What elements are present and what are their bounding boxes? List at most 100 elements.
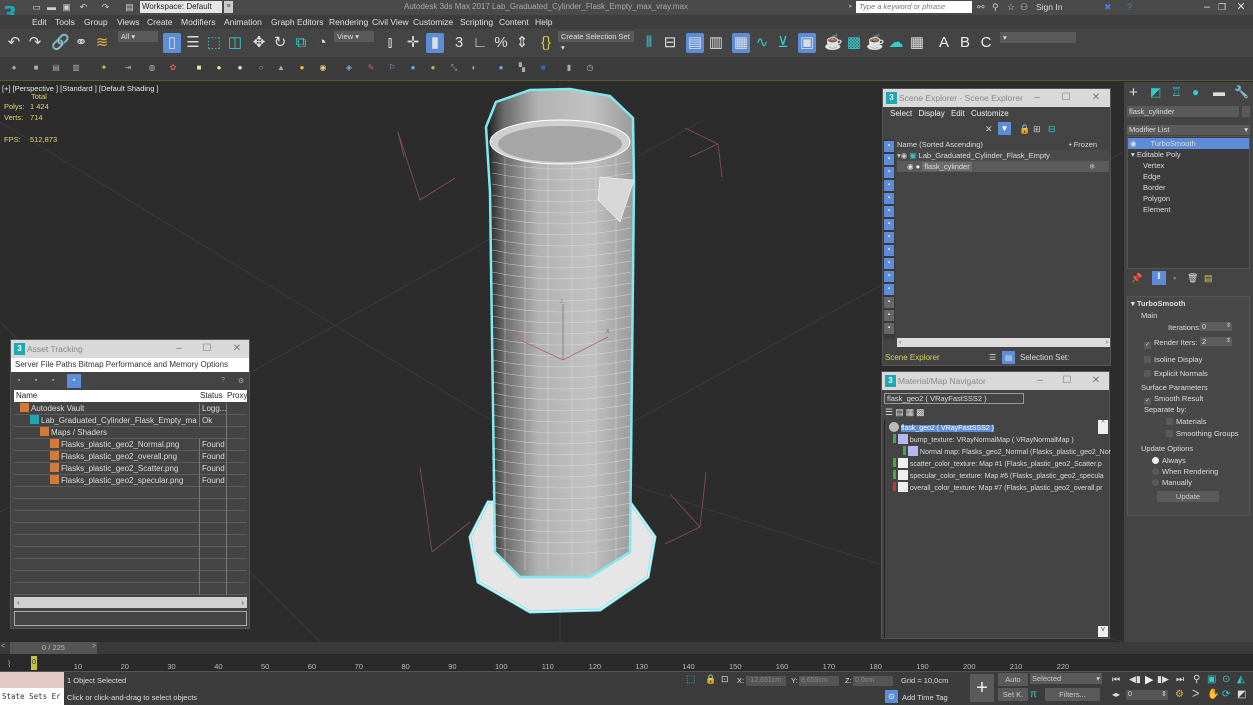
visibility-icon[interactable]: ◉ bbox=[897, 162, 914, 171]
col-name[interactable]: Name (Sorted Ascending) bbox=[897, 140, 983, 149]
hierarchy-tab-icon[interactable]: ♖ bbox=[1171, 85, 1182, 99]
keyboard-shortcut-override-icon[interactable]: ▮ bbox=[426, 33, 444, 53]
checkbox-checked[interactable]: ✓ bbox=[1144, 398, 1151, 405]
toolbar2-icon[interactable]: ● bbox=[428, 63, 438, 73]
filters-button[interactable]: Filters... bbox=[1045, 688, 1100, 701]
object-color-swatch[interactable] bbox=[1242, 106, 1250, 117]
view-mode-icons[interactable]: ☰▤▦▩ bbox=[885, 407, 927, 418]
exchange-apps-icon[interactable]: ✖ bbox=[1104, 1, 1112, 13]
zoom-extents-icon[interactable]: ⊙ bbox=[1222, 674, 1230, 685]
project-folder-icon[interactable]: ▤ bbox=[124, 2, 135, 13]
redo-icon[interactable]: ↷ bbox=[100, 2, 111, 13]
make-unique-icon[interactable]: ▪ bbox=[1173, 273, 1176, 283]
display-filter-icon[interactable]: ▪ bbox=[884, 141, 894, 152]
smoothing-groups-checkbox[interactable]: Smoothing Groups bbox=[1166, 429, 1239, 438]
spinner-snap-icon[interactable]: ⇕ bbox=[513, 33, 531, 53]
rendered-frame-window-icon[interactable]: ▩ bbox=[845, 33, 863, 53]
col-frozen[interactable]: • Frozen bbox=[1069, 139, 1097, 150]
subobject-border[interactable]: Border bbox=[1143, 183, 1166, 192]
visibility-icon[interactable]: ◉ bbox=[1128, 139, 1137, 148]
material-tree-item[interactable]: bump_texture: VRayNormalMap ( VRayNormal… bbox=[893, 434, 1074, 446]
zoom-icon[interactable]: ⚲ bbox=[1193, 674, 1200, 685]
display-filter-icon[interactable]: ▪ bbox=[884, 232, 894, 243]
col-name[interactable]: Name bbox=[16, 390, 37, 402]
bind-space-warp-icon[interactable]: ≋ bbox=[93, 33, 111, 53]
tree-item-selected[interactable]: ◉ ● flask_cylinder ❄ bbox=[897, 161, 1109, 172]
menu-civil-view[interactable]: Civil View bbox=[372, 15, 409, 29]
subobject-vertex[interactable]: Vertex bbox=[1143, 161, 1164, 170]
scroll-down-button[interactable]: v bbox=[1098, 626, 1108, 637]
workspace-menu-icon[interactable]: ≡ bbox=[224, 1, 233, 13]
set-key-button[interactable]: Set K. bbox=[998, 688, 1028, 701]
display-filter-icon[interactable]: ▪ bbox=[884, 323, 894, 334]
display-filter-icon[interactable]: ▪ bbox=[884, 180, 894, 191]
curve-editor-icon[interactable]: ∿ bbox=[753, 33, 771, 53]
lock-icon[interactable]: 🔒 bbox=[1019, 124, 1030, 135]
ribbon-toggle-icon[interactable]: ▦ bbox=[732, 33, 750, 53]
menu-bitmap-performance[interactable]: Bitmap Performance and Memory bbox=[79, 360, 199, 369]
display-tab-icon[interactable]: ▬ bbox=[1213, 85, 1225, 99]
toolbar2-icon[interactable]: ■ bbox=[538, 63, 548, 73]
close-button[interactable]: ✕ bbox=[1226, 0, 1253, 14]
workspace-dropdown[interactable]: Workspace: Default bbox=[140, 1, 222, 13]
maximize-button[interactable]: ☐ bbox=[1058, 89, 1074, 107]
hierarchy-link-icon[interactable]: ⊟ bbox=[1048, 124, 1056, 135]
material-tree-item[interactable]: overall_color_texture: Map #7 (Flasks_pl… bbox=[893, 482, 1103, 494]
pin-stack-icon[interactable]: 📌 bbox=[1131, 273, 1142, 284]
toolbar2-icon[interactable]: ▥ bbox=[71, 63, 81, 73]
set-key-big-button[interactable]: + bbox=[970, 674, 994, 702]
toolbar2-icon[interactable]: ● bbox=[297, 63, 307, 73]
menu-scripting[interactable]: Scripting bbox=[460, 15, 493, 29]
menu-rendering[interactable]: Rendering bbox=[329, 15, 368, 29]
save-icon[interactable]: ▣ bbox=[61, 2, 72, 13]
material-tree-item[interactable]: specular_color_texture: Map #6 (Flasks_p… bbox=[893, 470, 1104, 482]
menu-content[interactable]: Content bbox=[499, 15, 529, 29]
go-to-start-icon[interactable]: ⏮ bbox=[1112, 674, 1120, 685]
toolbar2-icon[interactable]: ▲ bbox=[276, 63, 286, 73]
undo-icon[interactable]: ↶ bbox=[78, 2, 89, 13]
display-filter-icon[interactable]: ▪ bbox=[884, 206, 894, 217]
minimize-button[interactable]: – bbox=[171, 340, 187, 358]
toolbar2-icon[interactable]: ◉ bbox=[318, 63, 328, 73]
layer-explorer-icon[interactable]: ▥ bbox=[707, 33, 725, 53]
modifier-list-dropdown[interactable]: Modifier List ▾ bbox=[1127, 125, 1250, 135]
material-navigator-titlebar[interactable]: 3 Material/Map Navigator – ☐ ✕ bbox=[882, 372, 1109, 390]
undo-icon[interactable]: ↶ bbox=[5, 33, 23, 53]
stack-item-editable-poly[interactable]: ▾ Editable Poly bbox=[1131, 150, 1181, 159]
toolbar2-icon[interactable]: ◈ bbox=[344, 63, 354, 73]
current-frame-field[interactable]: 0 ⇕ bbox=[1126, 690, 1168, 700]
horizontal-scrollbar[interactable]: ‹ › bbox=[14, 597, 247, 608]
window-crossing-icon[interactable]: ◫ bbox=[226, 33, 244, 53]
stack-item-turbosmooth[interactable]: ◉ TurboSmooth bbox=[1128, 138, 1249, 149]
toolbar2-icon[interactable]: ✦ bbox=[99, 63, 109, 73]
toolbar2-icon[interactable]: ▚ bbox=[517, 63, 527, 73]
render-production-icon[interactable]: ☕ bbox=[866, 33, 885, 53]
menu-modifiers[interactable]: Modifiers bbox=[181, 15, 215, 29]
open-file-icon[interactable]: ▬ bbox=[46, 2, 57, 13]
layers-icon[interactable]: ☰ bbox=[989, 350, 996, 365]
percent-snap-icon[interactable]: % bbox=[492, 33, 510, 53]
help-icon[interactable]: ? bbox=[1127, 1, 1132, 13]
search-expand-icon[interactable]: ▸ bbox=[849, 2, 853, 10]
edit-named-selection-icon[interactable]: {} bbox=[537, 33, 555, 53]
tree-item[interactable]: ▾◉ ▣ Lab_Graduated_Cylinder_Flask_Empty bbox=[897, 150, 1109, 161]
toolbar2-icon[interactable]: ○ bbox=[256, 63, 266, 73]
hierarchy-icon[interactable]: ⊞ bbox=[1033, 124, 1041, 135]
configure-modifier-sets-icon[interactable]: ▤ bbox=[1204, 273, 1213, 284]
state-sets-field[interactable]: State Sets Er bbox=[0, 688, 64, 705]
rectangular-selection-icon[interactable]: ⬚ bbox=[205, 33, 223, 53]
close-button[interactable]: ✕ bbox=[1088, 89, 1104, 107]
toolbar2-icon[interactable]: ⚐ bbox=[387, 63, 397, 73]
maximize-button[interactable]: ☐ bbox=[199, 340, 215, 358]
toolbar2-icon[interactable]: ● bbox=[496, 63, 506, 73]
expand-icon[interactable]: ▾◉ bbox=[897, 151, 907, 160]
menu-options[interactable]: Options bbox=[200, 360, 228, 369]
material-tree-item[interactable]: flask_geo2 ( VRayFastSSS2 ) bbox=[889, 422, 994, 434]
selection-filter-dropdown[interactable]: All ▾ bbox=[118, 31, 158, 42]
iterations-spinner[interactable]: 0 ⇕ bbox=[1200, 322, 1232, 331]
render-in-cloud-icon[interactable]: ☁ bbox=[887, 33, 905, 53]
key-mode-icon[interactable]: π bbox=[1030, 689, 1037, 700]
asset-row[interactable]: Flasks_plastic_geo2_overall.png Found bbox=[14, 451, 247, 463]
toolbar2-icon[interactable]: ✿ bbox=[168, 63, 178, 73]
material-editor-icon[interactable]: ▣ bbox=[798, 33, 816, 53]
